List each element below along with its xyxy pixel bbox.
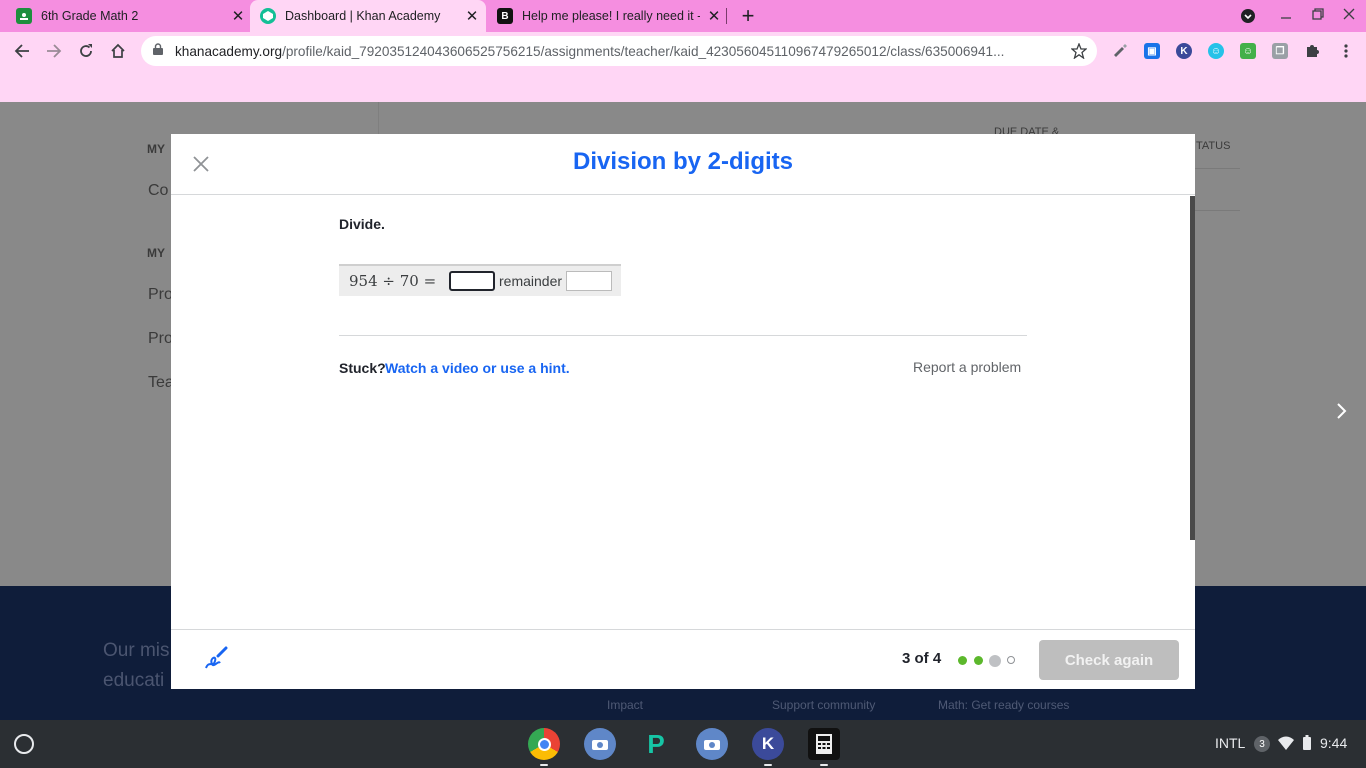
exercise-modal: Division by 2-digits Divide. 954 ÷ 70 = … [171,134,1195,689]
footer-mission-line: Our mis [103,640,170,661]
progress-dot-complete [974,656,983,665]
sidebar-item: Co [148,182,169,199]
restore-icon[interactable] [1310,8,1326,24]
google-classroom-icon [16,8,32,24]
progress-dot-complete [958,656,967,665]
url-text: khanacademy.org/profile/kaid_79203512404… [175,44,1065,59]
sidebar-item: Tea [148,374,174,391]
sidebar-item: Pro [148,286,173,303]
new-tab-icon[interactable]: + [737,5,759,27]
equation-box: 954 ÷ 70 = remainder [339,264,621,296]
browser-toolbar: khanacademy.org/profile/kaid_79203512404… [0,32,1366,70]
os-shelf: P K INTL 3 9:44 [0,720,1366,768]
modal-footer: 3 of 4 Check again [171,629,1195,689]
battery-icon[interactable] [1303,735,1311,753]
running-indicator [540,764,548,766]
remainder-label: remainder [499,273,563,289]
pear-deck-app-icon[interactable]: P [640,728,672,760]
progress-text: 3 of 4 [902,650,942,667]
modal-title: Division by 2-digits [572,148,794,175]
sidebar-heading: MY [147,246,165,260]
reload-icon[interactable] [75,40,97,62]
brainly-icon: B [497,8,513,24]
sidebar-item: Pro [148,330,173,347]
tab-brainly-help[interactable]: B Help me please! I really need it - B ✕ [497,0,722,32]
lock-icon[interactable] [153,42,163,60]
table-divider [1194,210,1240,211]
running-indicator [820,764,828,766]
tab-dashboard-khan[interactable]: Dashboard | Khan Academy ✕ [250,0,486,32]
extension-pencil-icon[interactable] [1112,43,1128,59]
footer-link-impact[interactable]: Impact [607,698,643,712]
page-header-strip [0,70,1366,102]
column-header: TATUS [1196,140,1231,152]
check-again-button[interactable]: Check again [1039,640,1179,680]
back-icon[interactable] [11,40,33,62]
footer-mission-line: educati [103,670,165,691]
khan-academy-icon [260,8,276,24]
extension-face-icon[interactable]: ☺ [1208,43,1224,59]
footer-link-math[interactable]: Math: Get ready courses [938,698,1069,712]
extension-k-icon[interactable]: K [1176,43,1192,59]
question-divider [339,335,1027,336]
quotient-input[interactable] [449,271,495,291]
calculator-app-icon[interactable] [808,728,840,760]
bookmark-star-icon[interactable] [1070,42,1088,64]
kami-app-icon[interactable]: K [752,728,784,760]
modal-header: Division by 2-digits [171,134,1195,195]
browser-tab-strip: 6th Grade Math 2 ✕ Dashboard | Khan Acad… [0,0,1366,32]
scratchpad-icon[interactable] [203,646,229,677]
remainder-input[interactable] [566,271,613,291]
extension-green-icon[interactable]: ☺ [1240,43,1256,59]
wifi-icon[interactable] [1278,736,1294,753]
sidebar-heading: MY [147,142,165,156]
tab-title: Dashboard | Khan Academy [285,9,441,23]
tab-title: Help me please! I really need it - B [522,9,700,23]
close-tab-icon[interactable]: ✕ [706,7,722,25]
close-tab-icon[interactable]: ✕ [230,7,246,25]
progress-dot-current [989,655,1001,667]
close-tab-icon[interactable]: ✕ [464,7,480,25]
keyboard-layout-label[interactable]: INTL [1215,735,1245,751]
tab-separator [726,8,727,24]
footer-mission: Our mis educati [103,636,170,696]
address-bar[interactable]: khanacademy.org/profile/kaid_79203512404… [141,36,1097,66]
minimize-icon[interactable] [1278,8,1294,24]
progress-dot-empty [1007,656,1015,664]
next-arrow-icon[interactable] [1334,402,1350,425]
question-prompt: Divide. [339,216,385,232]
url-host: khanacademy.org [175,43,283,59]
tab-6th-grade-math[interactable]: 6th Grade Math 2 ✕ [16,0,246,32]
extension-screen-icon[interactable]: ▣ [1144,43,1160,59]
table-divider [1194,168,1240,169]
report-problem-link[interactable]: Report a problem [913,359,1021,375]
stuck-label: Stuck? [339,360,386,376]
menu-kebab-icon[interactable] [1338,43,1354,59]
tab-search-icon[interactable] [1240,8,1256,24]
tab-title: 6th Grade Math 2 [41,9,139,23]
footer-link-support[interactable]: Support community [772,698,875,712]
forward-icon[interactable] [43,40,65,62]
notification-count-badge[interactable]: 3 [1254,736,1270,752]
modal-scrollbar[interactable] [1190,196,1195,540]
running-indicator [764,764,772,766]
clock-time[interactable]: 9:44 [1320,735,1347,751]
extensions-puzzle-icon[interactable] [1304,43,1320,59]
launcher-icon[interactable] [14,734,34,754]
division-equation: 954 ÷ 70 = [349,272,437,290]
url-path: /profile/kaid_792035124043606525756215/a… [282,43,1005,59]
camera-app-icon[interactable] [696,728,728,760]
hint-link[interactable]: Watch a video or use a hint. [385,360,570,376]
close-window-icon[interactable] [1341,8,1357,24]
extension-copy-icon[interactable]: ❐ [1272,43,1288,59]
camera-app-icon[interactable] [584,728,616,760]
home-icon[interactable] [107,40,129,62]
chrome-app-icon[interactable] [528,728,560,760]
